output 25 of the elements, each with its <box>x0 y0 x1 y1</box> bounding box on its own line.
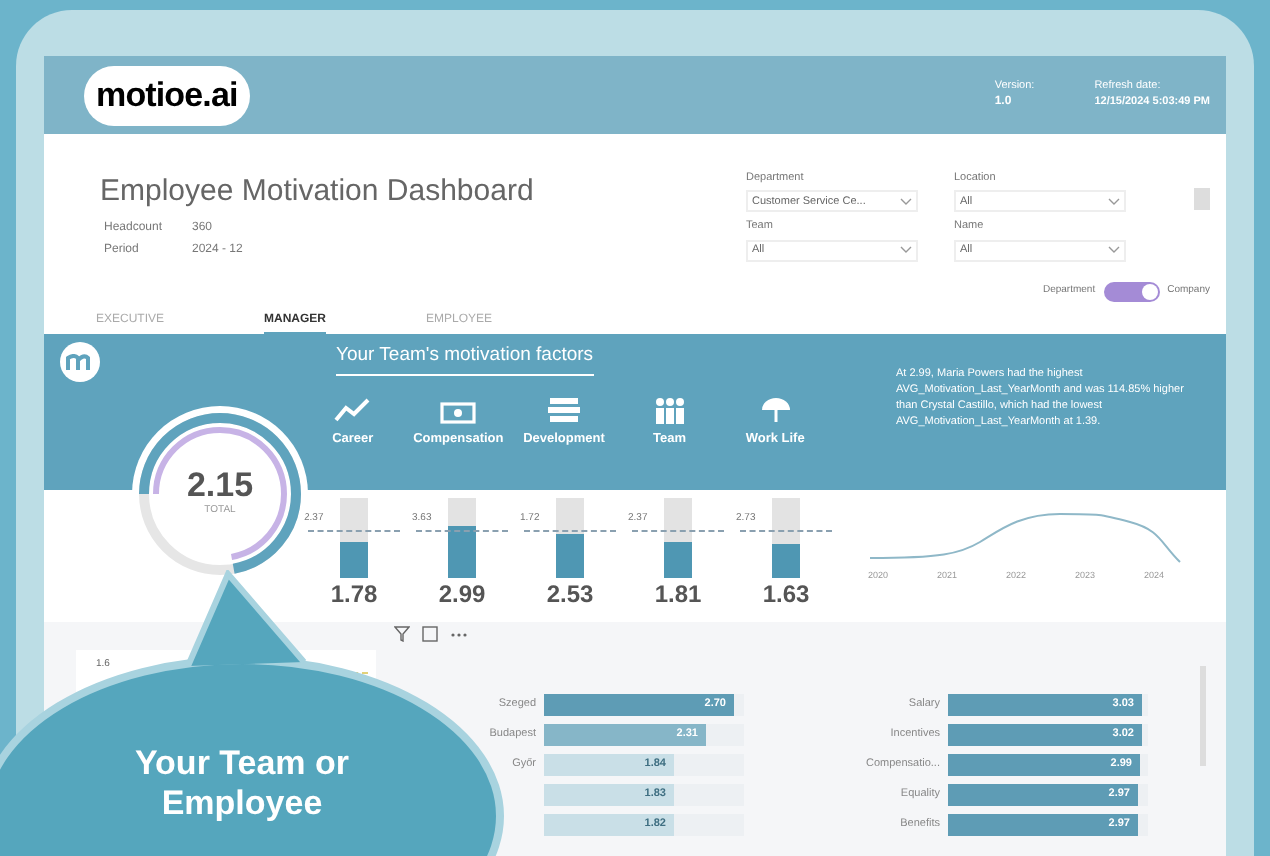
more-icon[interactable] <box>450 631 468 637</box>
section-title: Your Team's motivation factors <box>336 342 594 377</box>
factor-value: 1.78 <box>330 578 378 610</box>
factor-value: 2.53 <box>546 578 594 610</box>
gauge-inner-arc <box>153 427 287 561</box>
wallet-icon <box>440 396 477 425</box>
gauge-value: 2.15 <box>186 468 254 505</box>
chevron-down-icon <box>900 197 912 206</box>
expand-icon[interactable] <box>422 626 438 642</box>
umbrella-icon <box>757 396 794 425</box>
filter-icon[interactable] <box>394 626 410 642</box>
mx-icon <box>60 342 100 382</box>
chevron-down-icon <box>1108 246 1120 254</box>
books-icon <box>545 396 582 425</box>
chevron-down-icon <box>1108 197 1120 206</box>
logo: motioe.ai <box>96 75 238 113</box>
people-icon <box>651 396 688 425</box>
chevron-down-icon <box>900 246 912 254</box>
factor-value: 1.81 <box>654 578 702 610</box>
callout-text: Your Team or Employee <box>132 744 352 826</box>
chart-icon <box>334 396 371 425</box>
dashboard-title: Employee Motivation Dashboard <box>100 172 534 212</box>
toggle-switch[interactable] <box>1103 281 1160 301</box>
factor-value: 2.99 <box>438 578 486 610</box>
factor-value: 1.63 <box>762 578 810 610</box>
